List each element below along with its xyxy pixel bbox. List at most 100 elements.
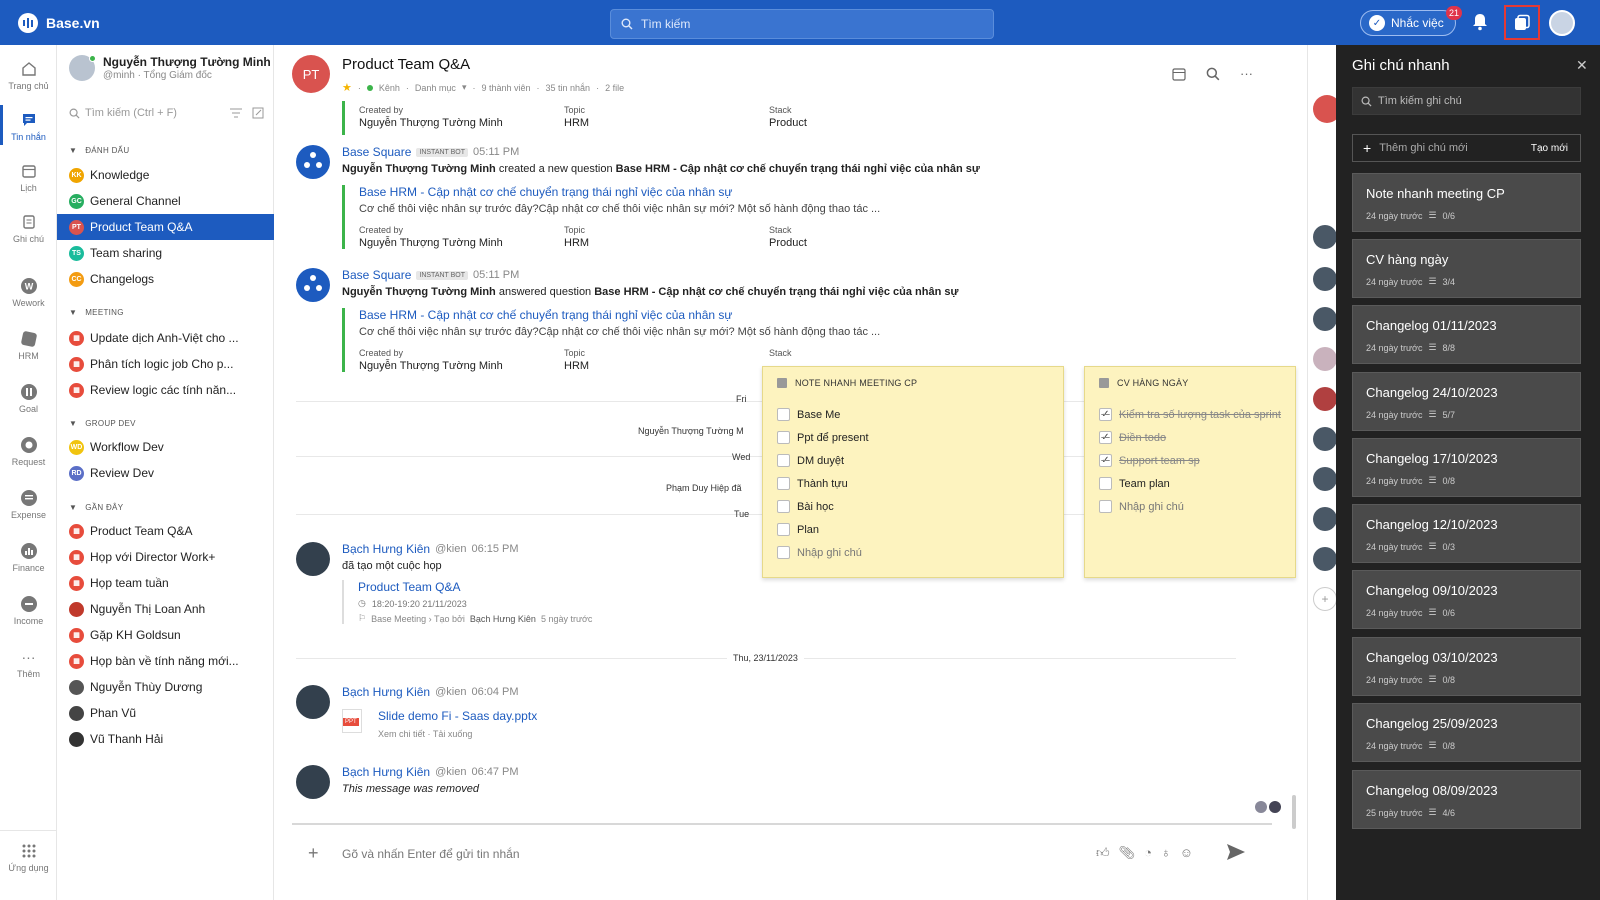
sidebar-item-team-sharing[interactable]: TS Team sharing [57,240,274,266]
checkbox[interactable] [777,477,790,490]
note-card[interactable]: Changelog 17/10/2023 24 ngày trước ☰ 0/8 [1352,438,1581,497]
thumbs-up-icon[interactable]: 👍︎ [1096,845,1110,861]
sidebar-item-general-channel[interactable]: GC General Channel [57,188,274,214]
file-count[interactable]: 2 file [605,83,624,93]
nav-request[interactable]: Request [0,436,57,467]
compose-icon[interactable] [252,107,264,119]
sender-name[interactable]: Base Square [342,268,411,282]
note-card[interactable]: Changelog 01/11/2023 24 ngày trước ☰ 8/8 [1352,305,1581,364]
channel-search-input[interactable]: Tìm kiếm (Ctrl + F) [69,103,264,123]
bell-icon[interactable] [1472,13,1488,31]
notes-search-input[interactable]: Tìm kiếm ghi chú [1352,87,1581,115]
note-popup-meeting[interactable]: NOTE NHANH MEETING CP Base Me Ppt để pre… [762,366,1064,578]
note-card[interactable]: CV hàng ngày 24 ngày trước ☰ 3/4 [1352,239,1581,298]
message-input[interactable]: Gõ và nhấn Enter để gửi tin nhắn [342,847,520,861]
checkbox-checked[interactable]: ✓ [1099,454,1112,467]
avatar[interactable] [296,542,330,576]
checkbox[interactable] [777,500,790,513]
note-card[interactable]: Changelog 12/10/2023 24 ngày trước ☰ 0/3 [1352,504,1581,563]
more-icon[interactable]: ··· [1240,66,1253,81]
note-card[interactable]: Changelog 08/09/2023 25 ngày trước ☰ 4/6 [1352,770,1581,829]
sender-name[interactable]: Base Square [342,145,411,159]
sidebar-item-recent-1[interactable]: ▦ Product Team Q&A [57,518,274,544]
nav-messages[interactable]: Tin nhắn [0,105,57,145]
nav-wework[interactable]: W Wework [0,277,57,308]
close-icon[interactable]: ✕ [1576,57,1588,74]
search-icon[interactable] [1206,66,1220,81]
checklist-item[interactable]: Team plan [1099,477,1170,490]
sender-name[interactable]: Bạch Hưng Kiên [342,542,430,556]
sender-name[interactable]: Bạch Hưng Kiên [342,685,430,699]
sidebar-item-workflow-dev[interactable]: WD Workflow Dev [57,434,274,460]
checklist-item[interactable]: ✓ Support team sp [1099,454,1200,467]
checkbox[interactable] [777,523,790,536]
checklist-item[interactable]: Base Me [777,408,840,421]
group-header-bookmarks[interactable]: ▼ ĐÁNH DẤU [69,146,129,155]
group-header-group-dev[interactable]: ▼ GROUP DEV [69,419,136,428]
note-card[interactable]: Changelog 03/10/2023 24 ngày trước ☰ 0/8 [1352,637,1581,696]
new-checklist-input[interactable]: Nhập ghi chú [777,546,862,559]
global-search-input[interactable]: Tìm kiếm [610,9,994,39]
note-card[interactable]: Note nhanh meeting CP 24 ngày trước ☰ 0/6 [1352,173,1581,232]
attachment-icon[interactable]: 📎︎ [1119,845,1136,861]
sidebar-item-recent-5[interactable]: ▦ Gặp KH Goldsun [57,622,274,648]
sidebar-item-recent-7[interactable]: Nguyễn Thùy Dương [57,674,274,700]
sidebar-item-meeting-1[interactable]: ▦ Update dịch Anh-Việt cho ... [57,325,274,351]
scrollbar[interactable] [1292,795,1296,829]
member-count[interactable]: 9 thành viên [481,83,530,93]
file-actions[interactable]: Xem chi tiết · Tải xuống [378,729,472,739]
send-icon[interactable] [1226,843,1246,861]
checklist-item[interactable]: Bài học [777,500,834,513]
sender-name[interactable]: Bạch Hưng Kiên [342,765,430,779]
nav-notes[interactable]: Ghi chú [0,213,57,244]
new-checklist-input[interactable]: Nhập ghi chú [1099,500,1184,513]
calendar-icon[interactable] [1172,66,1186,81]
add-note-input[interactable]: + Thêm ghi chú mới Tạo mới [1352,134,1581,162]
user-profile[interactable]: Nguyễn Thượng Tường Minh @minh · Tổng Gi… [69,55,271,89]
avatar[interactable] [296,685,330,719]
user-avatar[interactable] [1549,10,1575,36]
meeting-link[interactable]: Product Team Q&A [358,580,592,594]
plus-icon[interactable]: + [308,843,319,864]
nav-home[interactable]: Trang chủ [0,60,57,91]
checkbox[interactable] [777,431,790,444]
checkbox[interactable] [777,454,790,467]
emoji-icon[interactable]: ☺ [1180,845,1193,861]
nav-hrm[interactable]: HRM [0,330,57,361]
checklist-item[interactable]: ✓ Kiểm tra số lượng task của sprint [1099,408,1281,421]
sidebar-item-recent-6[interactable]: ▦ Họp bàn về tính năng mới... [57,648,274,674]
nav-calendar[interactable]: Lịch [0,162,57,193]
brand-logo[interactable]: Base.vn [18,13,100,33]
check-circle-icon[interactable]: ◔ [1144,845,1152,861]
checkbox-checked[interactable]: ✓ [1099,408,1112,421]
checklist-item[interactable]: Plan [777,523,819,536]
nav-more[interactable]: ··· Thêm [0,648,57,679]
nav-expense[interactable]: Expense [0,489,57,520]
question-link[interactable]: Base HRM - Cập nhật cơ chế chuyển trạng … [359,308,974,322]
bot-avatar[interactable] [296,145,330,179]
note-card[interactable]: Changelog 09/10/2023 24 ngày trước ☰ 0/6 [1352,570,1581,629]
sidebar-item-recent-3[interactable]: ▦ Họp team tuần [57,570,274,596]
sidebar-item-recent-4[interactable]: Nguyễn Thị Loan Anh [57,596,274,622]
nav-income[interactable]: Income [0,595,57,626]
checkbox-checked[interactable]: ✓ [1099,431,1112,444]
sidebar-item-review-dev[interactable]: RD Review Dev [57,460,274,486]
reminder-button[interactable]: ✓ Nhắc việc [1360,10,1456,36]
question-link[interactable]: Base HRM - Cập nhật cơ chế chuyển trạng … [359,185,974,199]
sidebar-item-product-team-qa[interactable]: PT Product Team Q&A [57,214,274,240]
checkbox[interactable] [1099,477,1112,490]
sidebar-item-meeting-3[interactable]: ▦ Review logic các tính năn... [57,377,274,403]
avatar[interactable] [296,765,330,799]
file-link[interactable]: Slide demo Fi - Saas day.pptx [378,709,537,723]
sidebar-item-recent-2[interactable]: ▦ Họp với Director Work+ [57,544,274,570]
sidebar-item-recent-8[interactable]: Phan Vũ [57,700,274,726]
star-icon[interactable]: ★ [342,81,352,94]
quick-notes-button[interactable] [1504,5,1540,40]
checklist-item[interactable]: ✓ Điền todo [1099,431,1166,444]
checklist-item[interactable]: DM duyệt [777,454,844,467]
sidebar-item-meeting-2[interactable]: ▦ Phân tích logic job Cho p... [57,351,274,377]
sidebar-item-knowledge[interactable]: KK Knowledge [57,162,274,188]
sidebar-item-recent-9[interactable]: Vũ Thanh Hải [57,726,274,752]
filter-icon[interactable] [230,107,242,119]
checklist-item[interactable]: Thành tựu [777,477,848,490]
